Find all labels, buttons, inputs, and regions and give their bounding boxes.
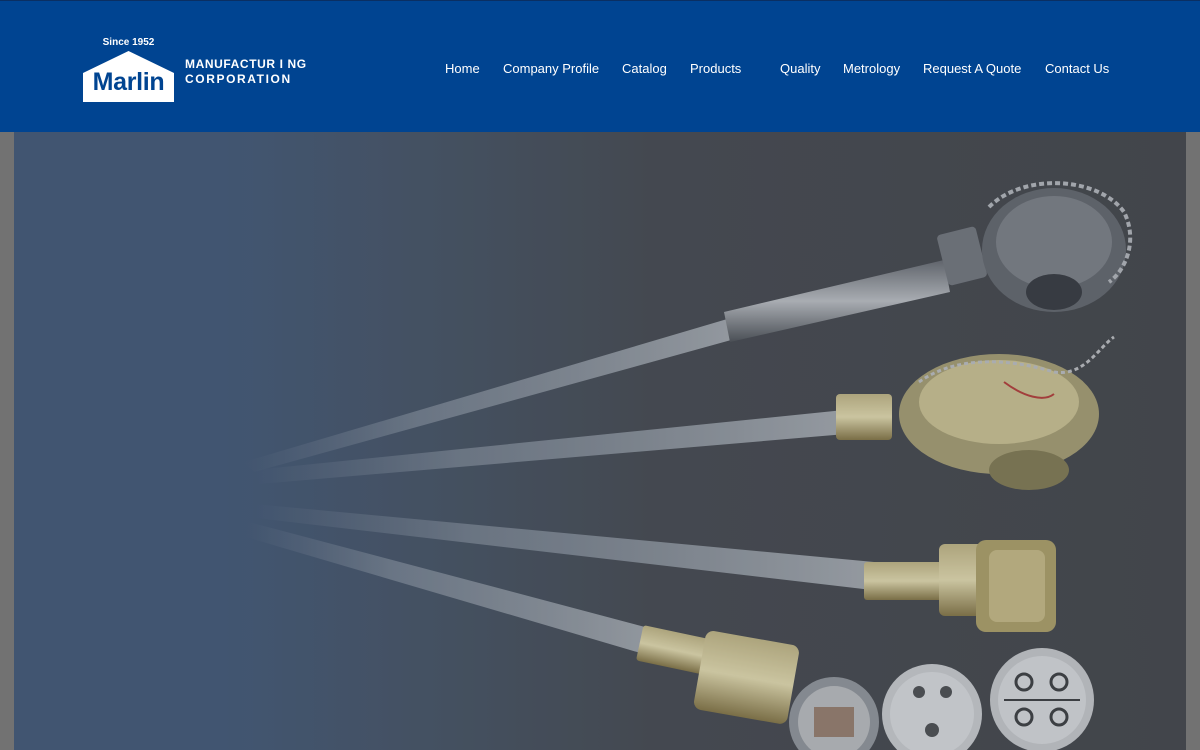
- nav-products[interactable]: Products: [690, 61, 741, 76]
- nav-home[interactable]: Home: [445, 61, 480, 76]
- hero-banner-image: [14, 132, 1186, 750]
- nav-request-a-quote[interactable]: Request A Quote: [923, 61, 1021, 76]
- nav-company-profile[interactable]: Company Profile: [503, 61, 599, 76]
- page-gutter-left: [0, 132, 14, 750]
- nav-metrology[interactable]: Metrology: [843, 61, 900, 76]
- thermocouple-assemblies-illustration: [14, 132, 1186, 750]
- nav-catalog[interactable]: Catalog: [622, 61, 667, 76]
- site-header: Since 1952 Marlin MANUFACTUR I NG CORPOR…: [0, 0, 1200, 132]
- logo-since-text: Since 1952: [102, 37, 155, 48]
- nav-contact-us[interactable]: Contact Us: [1045, 61, 1109, 76]
- main-navigation: Home Company Profile Catalog Products Qu…: [0, 61, 1200, 79]
- page-gutter-right: [1186, 132, 1200, 750]
- nav-quality[interactable]: Quality: [780, 61, 820, 76]
